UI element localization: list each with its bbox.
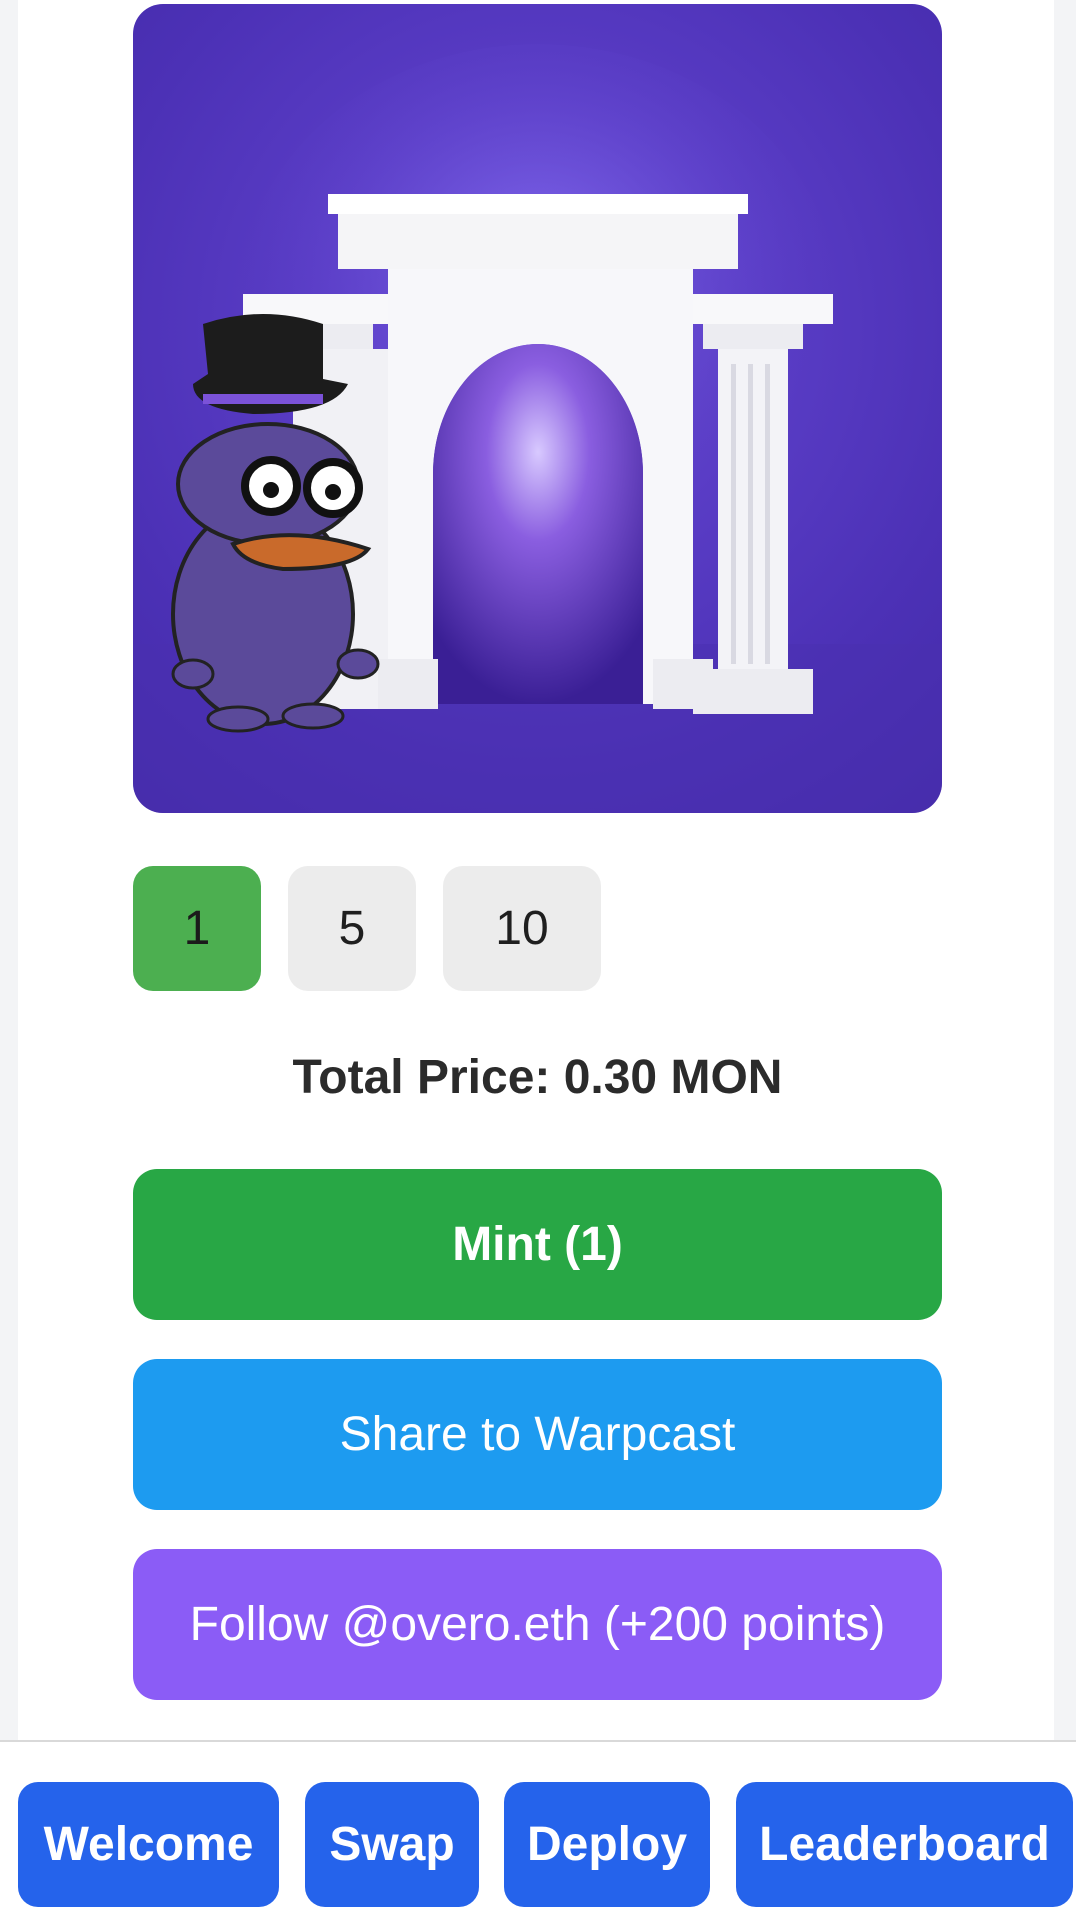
nft-preview-image xyxy=(133,4,942,813)
mint-button[interactable]: Mint (1) xyxy=(133,1169,942,1320)
quantity-option-10[interactable]: 10 xyxy=(443,866,601,991)
total-price: Total Price: 0.30 MON xyxy=(292,1051,783,1104)
nav-leaderboard-button[interactable]: Leaderboard xyxy=(736,1782,1073,1907)
nav-welcome-button[interactable]: Welcome xyxy=(18,1782,279,1907)
nav-swap-button[interactable]: Swap xyxy=(305,1782,479,1907)
bottom-nav: Welcome Swap Deploy Leaderboard xyxy=(0,1740,1076,1916)
nav-deploy-button[interactable]: Deploy xyxy=(504,1782,710,1907)
quantity-option-5[interactable]: 5 xyxy=(288,866,416,991)
share-to-warpcast-button[interactable]: Share to Warpcast xyxy=(133,1359,942,1510)
quantity-option-1[interactable]: 1 xyxy=(133,866,261,991)
follow-button[interactable]: Follow @overo.eth (+200 points) xyxy=(133,1549,942,1700)
